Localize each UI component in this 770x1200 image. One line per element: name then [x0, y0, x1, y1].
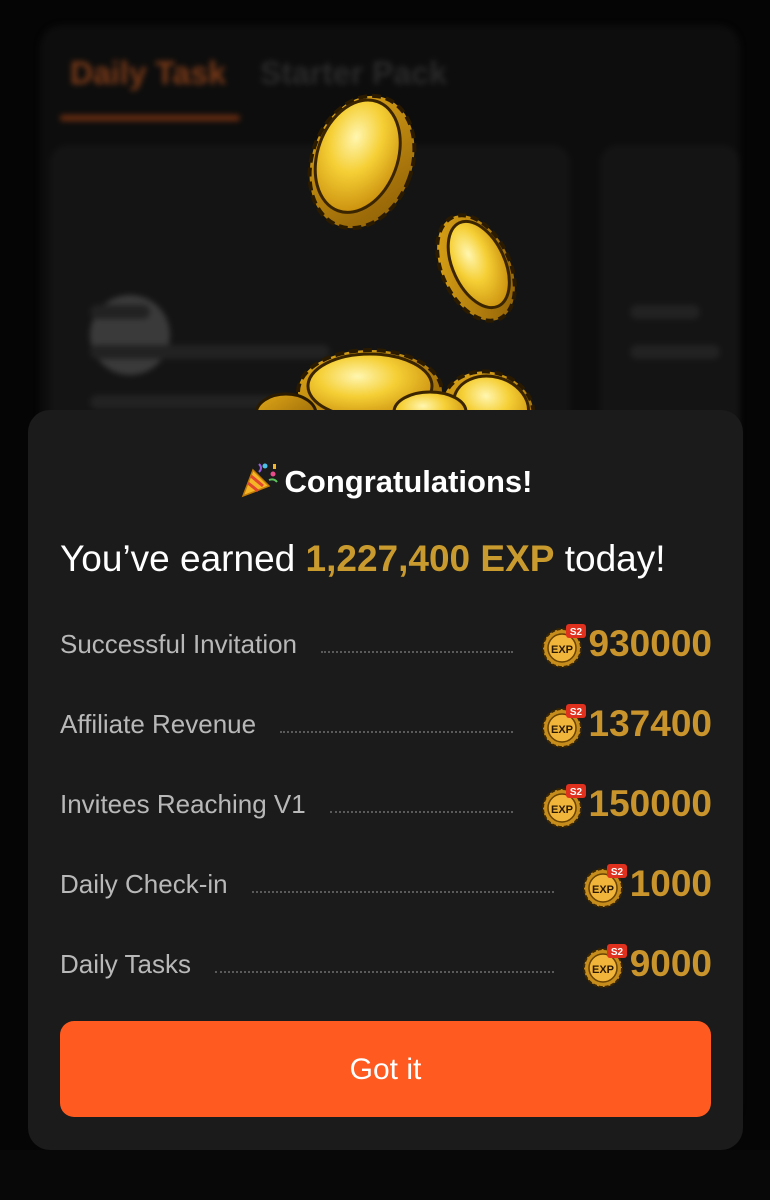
reward-row: Affiliate Revenue EXP S2 137400	[60, 699, 712, 759]
reward-row: Daily Check-in EXP S2 1000	[60, 859, 712, 919]
exp-s2-badge-icon: EXP S2	[542, 784, 586, 828]
reward-row: Daily Tasks EXP S2 9000	[60, 939, 712, 999]
svg-text:S2: S2	[570, 707, 583, 718]
dotted-leader	[330, 811, 513, 813]
reward-row: Successful Invitation EXP S2 930000	[60, 619, 712, 679]
earned-amount: 1,227,400 EXP	[305, 538, 555, 579]
got-it-button[interactable]: Got it	[60, 1021, 711, 1117]
dotted-leader	[321, 651, 513, 653]
svg-text:EXP: EXP	[592, 884, 614, 896]
dotted-leader	[215, 971, 554, 973]
svg-text:EXP: EXP	[551, 804, 573, 816]
reward-value: 9000	[629, 943, 712, 984]
dotted-leader	[280, 731, 513, 733]
reward-value: 1000	[629, 863, 712, 904]
earned-prefix: You’ve earned	[60, 538, 306, 579]
earned-summary: You’ve earned 1,227,400 EXP today!	[60, 538, 730, 580]
dotted-leader	[252, 891, 554, 893]
reward-label: Successful Invitation	[60, 629, 298, 659]
coin-icon	[307, 93, 417, 231]
svg-text:EXP: EXP	[551, 724, 573, 736]
congratulations-dialog: Congratulations! You’ve earned 1,227,400…	[28, 410, 743, 1150]
svg-text:S2: S2	[611, 867, 624, 878]
exp-s2-badge-icon: EXP S2	[542, 704, 586, 748]
party-popper-icon	[241, 463, 278, 498]
reward-value: 930000	[588, 623, 712, 664]
reward-label: Daily Tasks	[60, 949, 192, 979]
reward-label: Daily Check-in	[60, 869, 228, 899]
dialog-title-text: Congratulations!	[284, 464, 533, 499]
svg-text:EXP: EXP	[551, 644, 573, 656]
exp-s2-badge-icon: EXP S2	[542, 624, 586, 668]
svg-text:EXP: EXP	[592, 964, 614, 976]
svg-text:S2: S2	[611, 947, 624, 958]
reward-value: 137400	[588, 703, 712, 744]
reward-label: Affiliate Revenue	[60, 709, 257, 739]
dialog-title: Congratulations!	[28, 460, 743, 500]
reward-value: 150000	[588, 783, 712, 824]
exp-s2-badge-icon: EXP S2	[583, 864, 627, 908]
bottom-nav-bar	[0, 1150, 770, 1200]
exp-s2-badge-icon: EXP S2	[583, 944, 627, 988]
reward-label: Invitees Reaching V1	[60, 789, 306, 819]
reward-row: Invitees Reaching V1 EXP S2 150000	[60, 779, 712, 839]
coin-icon	[435, 213, 517, 323]
coins-illustration	[254, 93, 536, 430]
svg-text:S2: S2	[570, 787, 583, 798]
earned-suffix: today!	[554, 538, 666, 579]
svg-text:S2: S2	[570, 627, 583, 638]
